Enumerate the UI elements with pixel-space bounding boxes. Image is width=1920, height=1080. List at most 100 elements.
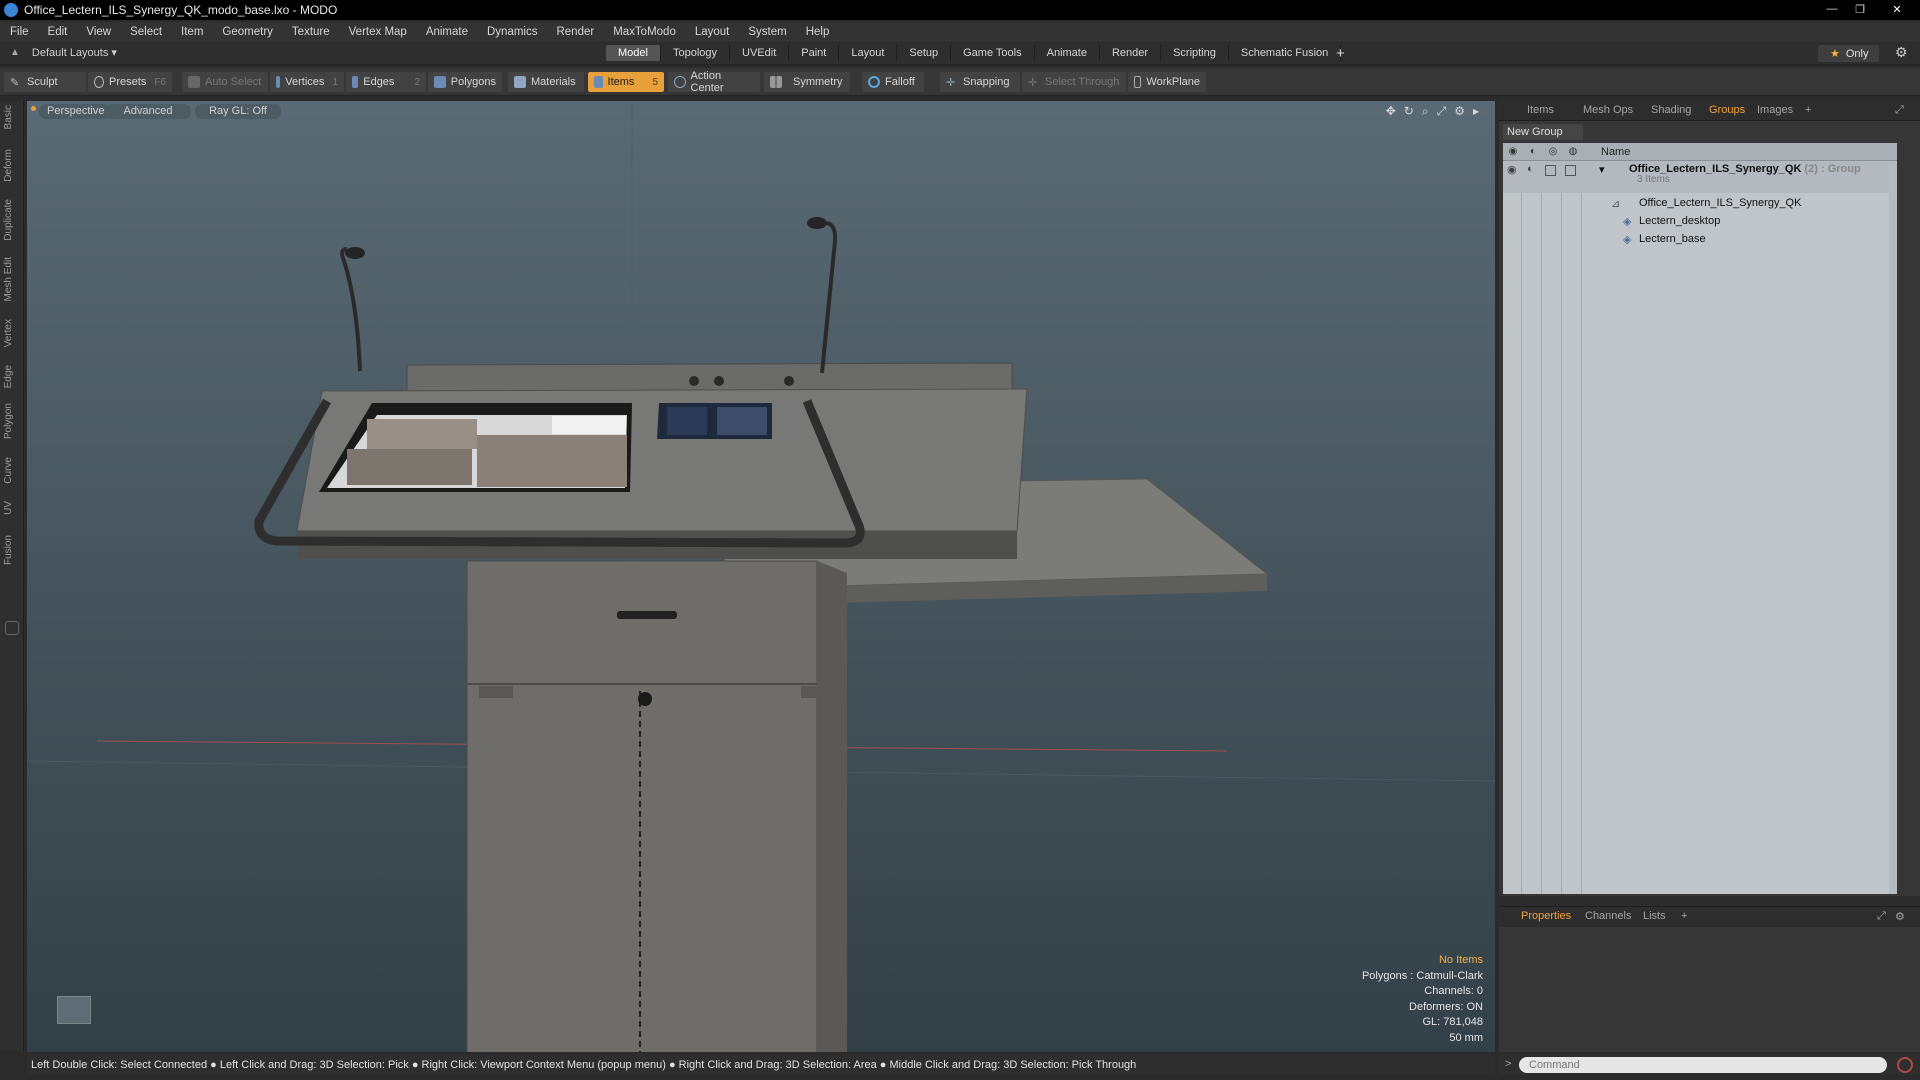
symmetry-label: Symmetry xyxy=(793,76,843,88)
vtab-vertex[interactable]: Vertex xyxy=(3,319,21,347)
vertices-button[interactable]: Vertices 1 xyxy=(270,72,344,92)
menu-view[interactable]: View xyxy=(86,26,111,38)
expand-icon[interactable]: ⤢ xyxy=(1877,910,1886,923)
materials-button[interactable]: Materials xyxy=(508,72,584,92)
command-history-button[interactable] xyxy=(1897,1057,1913,1073)
falloff-button[interactable]: Falloff xyxy=(862,72,924,92)
expand-icon[interactable]: ⤢ xyxy=(1895,104,1904,117)
perspective-dropdown[interactable]: Perspective xyxy=(39,104,113,119)
brush-icon: ✎ xyxy=(10,77,20,89)
tab-animate[interactable]: Animate xyxy=(1035,45,1100,61)
fit-icon[interactable]: ⤢ xyxy=(1437,104,1447,119)
collapse-up-icon[interactable]: ▲ xyxy=(10,47,20,58)
menu-file[interactable]: File xyxy=(10,26,29,38)
minimize-button[interactable]: — xyxy=(1818,0,1846,18)
tab-game-tools[interactable]: Game Tools xyxy=(951,45,1035,61)
presets-button[interactable]: Presets F6 xyxy=(88,72,172,92)
rotate-icon[interactable]: ↻ xyxy=(1404,104,1414,119)
only-toggle[interactable]: ★ Only xyxy=(1818,45,1879,62)
tab-layout[interactable]: Layout xyxy=(839,45,898,61)
viewport-arrow-icon[interactable]: ▸ xyxy=(1473,104,1479,119)
list-item[interactable]: ⊿ Office_Lectern_ILS_Synergy_QK xyxy=(1503,195,1897,213)
menu-geometry[interactable]: Geometry xyxy=(222,26,273,38)
menu-help[interactable]: Help xyxy=(806,26,830,38)
menu-edit[interactable]: Edit xyxy=(48,26,68,38)
vtab-fusion[interactable]: Fusion xyxy=(3,535,21,565)
symmetry-button[interactable]: Symmetry xyxy=(764,72,850,92)
tab-lists[interactable]: Lists xyxy=(1643,910,1666,922)
tab-uvedit[interactable]: UVEdit xyxy=(730,45,790,61)
menu-item[interactable]: Item xyxy=(181,26,203,38)
tab-model[interactable]: Model xyxy=(606,45,661,61)
vtab-polygon[interactable]: Polygon xyxy=(3,403,21,439)
name-column-header[interactable]: Name xyxy=(1601,146,1630,158)
default-layouts-dropdown[interactable]: Default Layouts ▾ xyxy=(32,46,117,59)
new-group-button[interactable]: New Group xyxy=(1503,124,1583,140)
deformers-info: Deformers: ON xyxy=(1409,1000,1483,1013)
close-button[interactable]: ✕ xyxy=(1874,0,1920,18)
group-row[interactable]: ◉ ◐ ▾ Office_Lectern_ILS_Synergy_QK (2) … xyxy=(1503,161,1897,193)
vtab-duplicate[interactable]: Duplicate xyxy=(3,199,21,241)
tab-mesh-ops[interactable]: Mesh Ops xyxy=(1583,104,1633,116)
vtab-edge[interactable]: Edge xyxy=(3,365,21,388)
viewport-header: Perspective Advanced Ray GL: Off ✥ ↻ ⌕ ⤢… xyxy=(27,101,1495,121)
add-tab-button[interactable]: + xyxy=(1681,910,1687,922)
add-layout-button[interactable]: + xyxy=(1336,45,1345,62)
layout-bar: ▲ Default Layouts ▾ Model Topology UVEdi… xyxy=(0,43,1920,65)
menu-vertex-map[interactable]: Vertex Map xyxy=(349,26,407,38)
3d-viewport[interactable]: Perspective Advanced Ray GL: Off ✥ ↻ ⌕ ⤢… xyxy=(27,101,1495,1052)
tab-render[interactable]: Render xyxy=(1100,45,1162,61)
tab-setup[interactable]: Setup xyxy=(897,45,952,61)
tab-schematic-fusion[interactable]: Schematic Fusion xyxy=(1229,45,1342,61)
tab-channels[interactable]: Channels xyxy=(1585,910,1631,922)
menu-texture[interactable]: Texture xyxy=(292,26,330,38)
tab-properties[interactable]: Properties xyxy=(1521,910,1571,922)
menu-animate[interactable]: Animate xyxy=(426,26,468,38)
menu-dynamics[interactable]: Dynamics xyxy=(487,26,537,38)
menu-maxtomodo[interactable]: MaxToModo xyxy=(613,26,676,38)
menu-layout[interactable]: Layout xyxy=(695,26,730,38)
vtab-deform[interactable]: Deform xyxy=(3,149,21,182)
tab-images[interactable]: Images xyxy=(1757,104,1793,116)
menu-select[interactable]: Select xyxy=(130,26,162,38)
pan-icon[interactable]: ✥ xyxy=(1386,104,1396,119)
render-toggle-icon[interactable]: ◐ xyxy=(1527,163,1534,175)
toggle-panel-button[interactable] xyxy=(5,621,19,635)
gear-icon[interactable]: ⚙ xyxy=(1895,44,1908,61)
list-item[interactable]: ◈ Lectern_base xyxy=(1503,231,1897,249)
auto-select-button[interactable]: Auto Select xyxy=(182,72,268,92)
maximize-button[interactable]: ❐ xyxy=(1846,0,1874,18)
list-item[interactable]: ◈ Lectern_desktop xyxy=(1503,213,1897,231)
raygl-toggle[interactable]: Ray GL: Off xyxy=(195,104,281,119)
tree-scrollbar[interactable] xyxy=(1889,161,1897,894)
select-checkbox[interactable] xyxy=(1565,165,1576,176)
vtab-mesh-edit[interactable]: Mesh Edit xyxy=(3,257,21,301)
items-button[interactable]: Items 5 xyxy=(588,72,664,92)
vtab-basic[interactable]: Basic xyxy=(3,105,21,129)
tab-groups[interactable]: Groups xyxy=(1709,104,1745,116)
shading-mode-dropdown[interactable]: Advanced xyxy=(105,104,191,119)
tab-scripting[interactable]: Scripting xyxy=(1161,45,1229,61)
vtab-uv[interactable]: UV xyxy=(3,501,21,515)
properties-gear-icon[interactable]: ⚙ xyxy=(1895,910,1905,923)
workplane-button[interactable]: WorkPlane xyxy=(1128,72,1206,92)
edges-button[interactable]: Edges 2 xyxy=(346,72,426,92)
polygons-button[interactable]: Polygons xyxy=(428,72,502,92)
menu-system[interactable]: System xyxy=(748,26,786,38)
lock-checkbox[interactable] xyxy=(1545,165,1556,176)
snapping-button[interactable]: ✛ Snapping xyxy=(940,72,1020,92)
viewport-gear-icon[interactable]: ⚙ xyxy=(1454,104,1465,119)
tab-topology[interactable]: Topology xyxy=(661,45,731,61)
tab-items[interactable]: Items xyxy=(1527,104,1554,116)
select-through-button[interactable]: ✛ Select Through xyxy=(1022,72,1126,92)
command-input[interactable]: Command xyxy=(1519,1057,1887,1073)
zoom-icon[interactable]: ⌕ xyxy=(1422,104,1429,119)
add-tab-button[interactable]: + xyxy=(1805,104,1811,116)
vtab-curve[interactable]: Curve xyxy=(3,457,21,484)
tab-paint[interactable]: Paint xyxy=(789,45,840,61)
visibility-eye-icon[interactable]: ◉ xyxy=(1507,163,1517,176)
tab-shading[interactable]: Shading xyxy=(1651,104,1691,116)
sculpt-button[interactable]: ✎ Sculpt xyxy=(4,72,86,92)
action-center-button[interactable]: Action Center xyxy=(668,70,760,94)
menu-render[interactable]: Render xyxy=(556,26,594,38)
